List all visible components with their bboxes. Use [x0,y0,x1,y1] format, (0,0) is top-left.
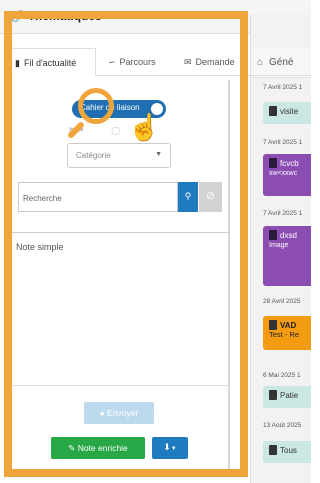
tab-parcours[interactable]: ∽ Parcours [108,48,170,76]
timeline-card[interactable]: VAD Test - Re [263,316,311,350]
document-icon [269,106,277,116]
search-input[interactable]: Recherche [18,182,178,212]
send-button[interactable]: ● Envoyer [84,402,154,424]
download-dropdown-button[interactable]: ⬇▼ [152,437,188,459]
category-select[interactable]: Catégorie ▼ [67,143,171,168]
page-title: 🔗 Thématiques [11,9,102,23]
route-icon: ∽ [108,57,116,67]
stairs-icon [269,320,277,330]
download-icon: ⬇ [163,442,171,452]
clear-search-button[interactable]: ⊘ [199,182,222,212]
timeline-card[interactable]: fcvcb xw<xxwc [263,154,311,196]
timeline-card[interactable]: Patie [263,386,311,408]
image-placeholder: Image [269,242,289,249]
magnifier-icon [78,88,114,124]
search-button[interactable]: ⚲ [178,182,198,212]
timeline-date: 7 Avril 2025 1 [263,210,303,217]
document-icon [269,230,277,240]
note-textarea[interactable]: Note simple [12,238,230,388]
tab-demande[interactable]: ✉ Demande [184,48,246,76]
divider [12,232,230,233]
pointer-hand-icon: ☝ [128,112,161,142]
tab-bar: ▮ Fil d'actualité ∽ Parcours ✉ Demande [8,48,311,76]
envelope-icon: ✉ [184,57,192,67]
timeline-card[interactable]: dxsd Image [263,226,311,286]
search-row: Recherche ⚲ ⊘ [18,182,222,212]
timeline-card[interactable]: visite [263,102,311,124]
timeline-date: 13 Août 2025 [263,422,302,429]
timeline-panel: ⌂ Géné 7 Avril 2025 1 visite 7 Avril 202… [250,14,311,483]
pencil-icon: ✎ [68,443,76,453]
timeline-date: 28 Avril 2025 [263,298,301,305]
document-icon [269,158,277,168]
divider [12,385,230,386]
caret-down-icon: ▼ [155,151,162,158]
timeline-date: 6 Mai 2025 1 [263,372,301,379]
timeline-date: 7 Avril 2025 1 [263,84,303,91]
link-icon: 🔗 [11,11,25,23]
timeline-date: 7 Avril 2025 1 [263,139,303,146]
send-icon: ● [99,408,105,418]
tab-fil-actualite[interactable]: ▮ Fil d'actualité [8,48,96,76]
search-icon: ⚲ [184,191,192,201]
clear-icon: ⊘ [205,190,216,202]
document-icon [269,445,277,455]
caret-down-icon: ▼ [170,446,177,452]
timeline-card[interactable]: Tous [263,441,311,463]
note-form: Cahier de liaison ⚑ ⚑ ◯ Catégorie ▼ Rech… [12,80,230,470]
note-enrichie-button[interactable]: ✎ Note enrichie [51,437,145,459]
notebook-icon: ▮ [15,58,20,68]
document-icon [269,390,277,400]
